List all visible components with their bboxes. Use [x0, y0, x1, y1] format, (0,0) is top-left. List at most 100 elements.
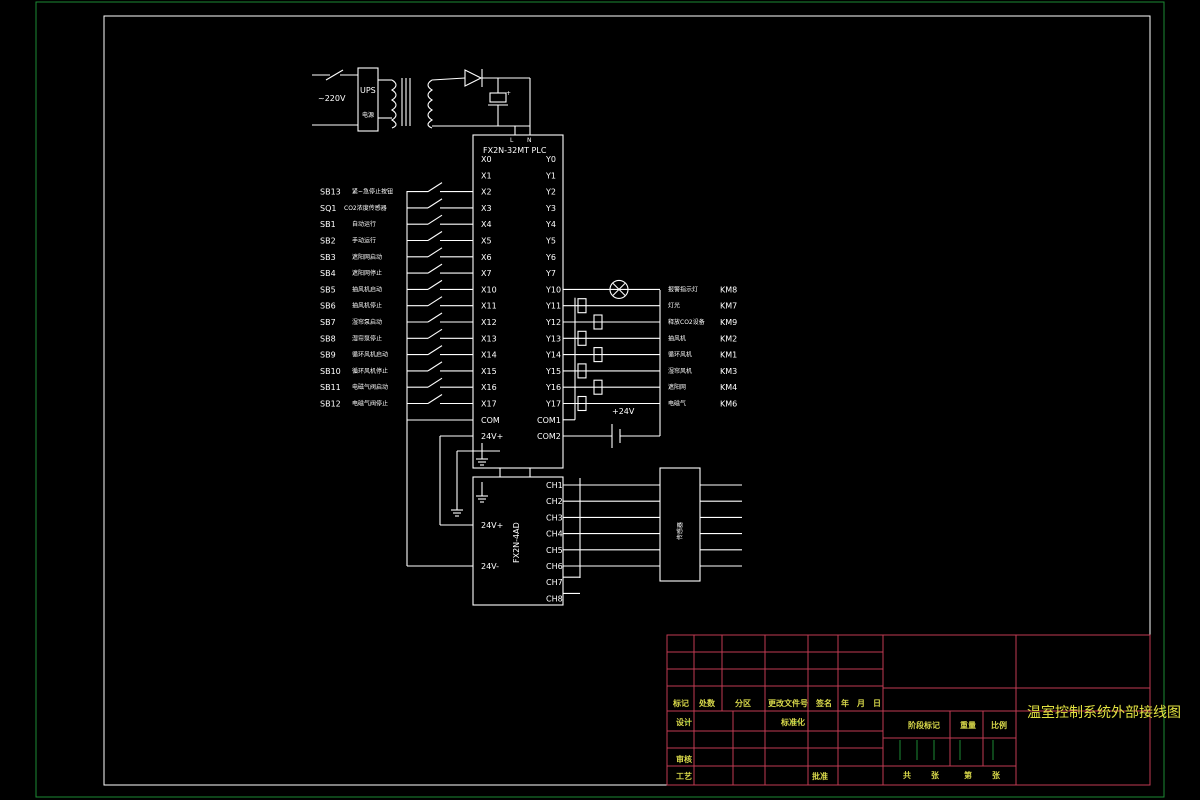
plc-x-pin: X17 — [481, 400, 497, 409]
output-section: 报警指示灯 KM8 灯光 KM7 释放CO2设备 KM9 抽风机 KM2 循环风机 KM1 湿帘风机… — [563, 279, 737, 421]
plc-x-pin: COM — [481, 416, 500, 425]
input-switch — [427, 377, 443, 388]
output-km-label: KM4 — [720, 383, 737, 392]
input-section: SB13 紧~急停止按钮 SQ1 CO2浓度传感器 SB1 自动运行 SB2 手动运行 SB3 遮… — [320, 182, 473, 409]
tb-number: 第 — [964, 770, 972, 780]
plc-y-pin: Y5 — [545, 237, 556, 246]
output-km-label: KM6 — [720, 400, 737, 409]
plc-y-pin: Y7 — [545, 269, 556, 278]
tb-process: 工艺 — [676, 771, 692, 781]
output-km-label: KM8 — [720, 285, 737, 294]
tb-review: 审核 — [676, 754, 692, 764]
plc-y-pin: Y12 — [545, 318, 561, 327]
output-description: 遮阳网 — [668, 383, 686, 391]
input-description: 电磁气阀停止 — [352, 400, 388, 408]
tb-sheet-unit-1: 张 — [931, 770, 940, 780]
tb-marker: 标记 — [672, 698, 689, 708]
plc-x-pin: X1 — [481, 171, 492, 180]
plc-y-pin: COM1 — [537, 416, 561, 425]
input-switch — [427, 328, 443, 339]
input-switch — [427, 182, 443, 193]
plc-x-pin: X11 — [481, 302, 497, 311]
tb-standard: 标准化 — [780, 717, 805, 727]
plc-model: FX2N-32MT PLC — [483, 146, 547, 155]
plc-x-pin: X0 — [481, 155, 492, 164]
plc-y-pin: Y2 — [545, 188, 556, 197]
plc-l-label: L — [510, 137, 514, 144]
plc-x-pin: X5 — [481, 237, 492, 246]
tb-sheet-unit-2: 张 — [992, 770, 1001, 780]
tb-change-doc: 更改文件号 — [768, 698, 808, 708]
plc-n-label: N — [527, 137, 532, 144]
ad-channel-label: CH7 — [546, 578, 563, 587]
plc-x-pin: X13 — [481, 334, 497, 343]
input-description: 电磁气阀启动 — [352, 383, 388, 391]
power-supply-section: ~220V UPS 电源 + L N — [312, 67, 532, 144]
tb-design: 设计 — [676, 717, 692, 727]
tb-zone: 分区 — [735, 698, 751, 708]
capacitor-symbol — [489, 92, 507, 103]
input-code: SB1 — [320, 220, 336, 229]
ad-channel-label: CH8 — [546, 594, 563, 603]
input-description: 循环风机停止 — [352, 367, 388, 375]
output-description: 灯光 — [668, 302, 680, 310]
tb-signature: 签名 — [815, 698, 832, 708]
common-wiring — [406, 191, 531, 567]
tb-stage-mark: 阶段标记 — [908, 720, 940, 730]
inner-frame — [103, 15, 1151, 786]
input-switch — [427, 345, 443, 356]
ad-plus-label: 24V+ — [481, 521, 503, 530]
plc-x-pin: X12 — [481, 318, 497, 327]
input-switch — [427, 198, 443, 209]
tb-weight: 重量 — [960, 720, 976, 730]
input-description: 遮阳网启动 — [352, 253, 382, 261]
ad-channel-label: CH6 — [546, 562, 563, 571]
diode-symbol — [464, 69, 483, 87]
output-description: 抽风机 — [668, 334, 686, 342]
input-description: 自动运行 — [352, 220, 376, 228]
plc-y-pin: Y15 — [545, 367, 561, 376]
input-switch — [427, 247, 443, 258]
input-switch — [427, 214, 443, 225]
plc-x-pin: X7 — [481, 269, 492, 278]
svg-text:+: + — [506, 90, 511, 97]
input-code: SB2 — [320, 237, 336, 246]
ups-sub-label: 电源 — [362, 111, 374, 119]
input-description: 手动运行 — [352, 237, 376, 245]
input-switch — [427, 279, 443, 290]
output-km-label: KM3 — [720, 367, 737, 376]
ad-channel-label: CH1 — [546, 481, 563, 490]
plc-x-pin: X2 — [481, 188, 492, 197]
plc-x-pin: 24V+ — [481, 432, 503, 441]
sensor-leads — [700, 484, 742, 567]
plc-y-pin: Y16 — [545, 383, 561, 392]
ups-box — [357, 67, 379, 132]
input-code: SB13 — [320, 188, 341, 197]
ups-label: UPS — [360, 86, 376, 95]
input-description: 紧~急停止按钮 — [352, 188, 393, 196]
plc-y-pin: Y10 — [545, 285, 561, 294]
input-code: SB5 — [320, 285, 336, 294]
output-description: 湿帘风机 — [668, 367, 692, 375]
input-switch — [427, 231, 443, 241]
tb-day: 日 — [873, 698, 881, 708]
plc-x-pin: X16 — [481, 383, 497, 392]
input-switch — [427, 312, 443, 323]
input-switch — [427, 361, 443, 372]
tb-total: 共 — [903, 770, 911, 780]
output-description: 电磁气 — [668, 400, 686, 408]
tb-approve: 批准 — [812, 771, 828, 781]
plc-pins: X0 X1 X2 X3 X4 X5 X6 X7 X10 X11 X12 X13 X14 X15 X16 X17… — [481, 155, 561, 441]
tb-month: 月 — [856, 698, 865, 708]
input-code: SB7 — [320, 318, 336, 327]
ad-model: FX2N-4AD — [512, 522, 521, 563]
input-switch — [427, 296, 443, 307]
plc-y-pin: Y17 — [545, 400, 561, 409]
output-description: 循环风机 — [668, 351, 692, 359]
input-code: SB11 — [320, 383, 341, 392]
sensor-box-label: 传感器 — [676, 522, 684, 540]
plc-x-pin: X3 — [481, 204, 492, 213]
plc-y-pin: Y4 — [545, 220, 556, 229]
plc-y-pin: Y1 — [545, 171, 556, 180]
ad-minus-label: 24V- — [481, 562, 499, 571]
